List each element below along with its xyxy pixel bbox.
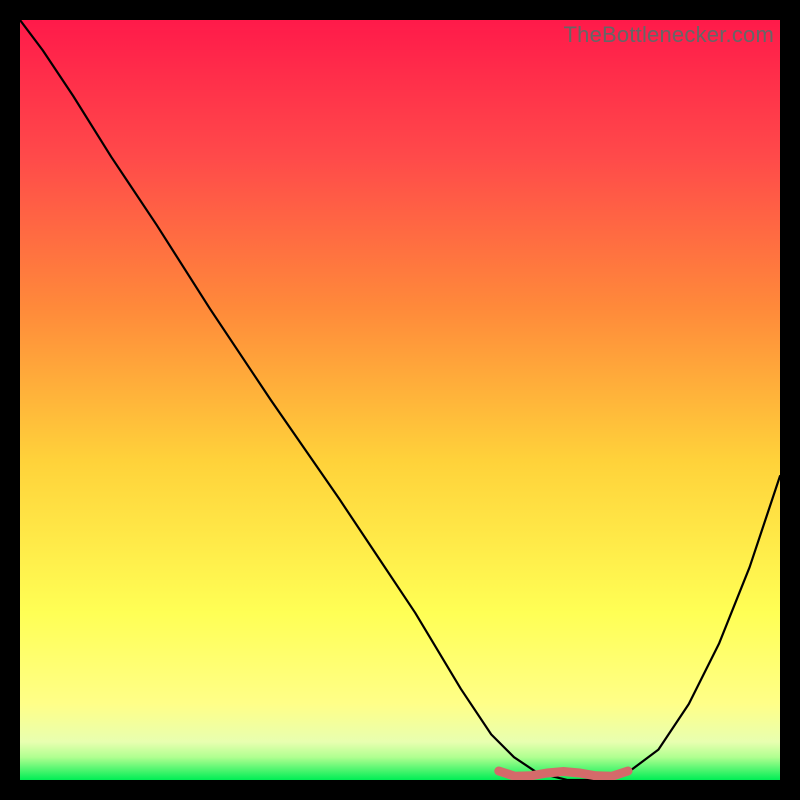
optimal-range-marker — [499, 771, 628, 776]
heat-gradient-bg — [20, 20, 780, 780]
bottleneck-chart — [20, 20, 780, 780]
chart-frame: TheBottleneсker.com — [20, 20, 780, 780]
